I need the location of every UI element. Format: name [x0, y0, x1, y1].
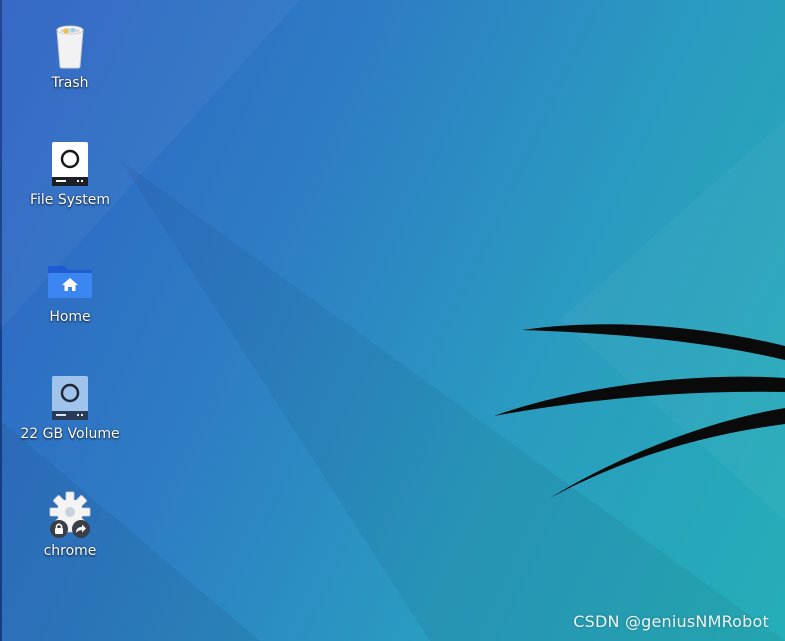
- desktop-icon-label: File System: [29, 192, 111, 208]
- desktop-icon-label: Home: [49, 309, 91, 325]
- desktop-icon-file-system[interactable]: File System: [10, 139, 130, 209]
- gear-icon: [46, 490, 94, 538]
- desktop[interactable]: Trash File System Home 22 GB Volume chro…: [0, 0, 785, 641]
- home-folder-icon: [46, 256, 94, 304]
- volume-drive-icon: [46, 373, 94, 421]
- desktop-icon-trash[interactable]: Trash: [10, 22, 130, 92]
- lock-emblem-icon: [50, 520, 68, 538]
- trash-icon: [46, 22, 94, 70]
- desktop-icon-home[interactable]: Home: [10, 256, 130, 326]
- desktop-icon-volume[interactable]: 22 GB Volume: [10, 373, 130, 443]
- watermark: CSDN @geniusNMRobot: [573, 612, 769, 631]
- desktop-icon-label: chrome: [43, 543, 97, 559]
- desktop-icon-chrome[interactable]: chrome: [10, 490, 130, 560]
- drive-icon: [46, 139, 94, 187]
- desktop-icon-label: 22 GB Volume: [20, 426, 120, 442]
- desktop-icon-label: Trash: [51, 75, 89, 91]
- link-emblem-icon: [72, 520, 90, 538]
